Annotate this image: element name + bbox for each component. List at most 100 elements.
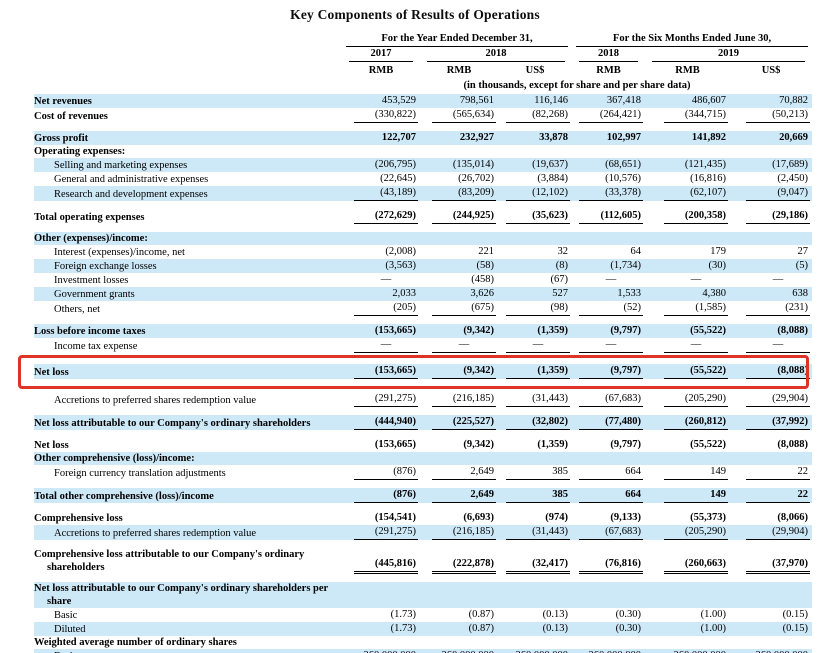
halfyear-2018-header: 2018 — [572, 47, 645, 62]
value-text: (1.73) — [390, 609, 416, 620]
row-net-loss-boxed: Net loss (153,665) (9,342) (1,359) (9,797) (5… — [34, 364, 813, 379]
table-row: Basic (1.73) (0.87) (0.13) (0.30) (1.00) (0.15… — [34, 608, 812, 622]
value-cell: (222,878) — [420, 548, 498, 574]
value-cell — [572, 636, 645, 649]
value-cell: (32,802) — [498, 415, 573, 430]
spacer-row — [34, 353, 813, 364]
row-label: Interest (expenses)/income, net — [54, 247, 185, 258]
value-text: 2,033 — [392, 288, 416, 299]
value-text: (31,443) — [506, 392, 571, 407]
table-row: Selling and marketing expenses (206,795) (… — [34, 158, 813, 172]
value-cell: (1,734) — [572, 259, 646, 273]
row-label: Selling and marketing expenses — [34, 158, 342, 172]
value-cell: (153,665) — [342, 364, 420, 379]
value-text: (264,421) — [579, 108, 644, 123]
value-text: 453,529 — [381, 95, 416, 106]
value-text: (8,066) — [777, 512, 809, 523]
value-text: 221 — [478, 246, 494, 257]
spacer-row — [34, 123, 813, 131]
value-cell — [498, 232, 573, 245]
value-cell: (264,421) — [572, 108, 645, 123]
value-text: (31,443) — [506, 525, 571, 540]
value-text: (231) — [746, 301, 811, 316]
value-text: (206,795) — [374, 159, 416, 170]
row-label: Total other comprehensive (loss)/income — [34, 488, 342, 503]
value-text: (29,186) — [746, 209, 811, 224]
value-cell: (22,645) — [342, 172, 420, 186]
value-cell: 33,878 — [498, 131, 573, 145]
value-text: (3,563) — [385, 260, 416, 271]
value-text: (67) — [550, 274, 569, 285]
spacer — [34, 353, 813, 364]
value-cell: 260,000,000 — [730, 649, 813, 653]
currency-row: RMB RMB US$ RMB RMB US$ — [34, 62, 812, 78]
value-cell: (31,443) — [498, 392, 572, 407]
value-cell — [645, 145, 730, 158]
table-row: Cost of revenues (330,822) (565,634) (82,26… — [34, 108, 812, 123]
spacer — [34, 201, 813, 209]
value-cell — [645, 582, 731, 608]
value-text: 527 — [552, 288, 569, 299]
spacer — [34, 480, 813, 488]
row-label: Research and development expenses — [34, 186, 342, 201]
value-text: (29,904) — [746, 392, 811, 407]
value-cell: (30) — [645, 259, 731, 273]
value-cell: 2,033 — [342, 287, 420, 301]
value-text: (62,107) — [664, 186, 729, 201]
value-cell: (76,816) — [572, 548, 645, 574]
value-cell: (153,665) — [342, 438, 420, 452]
value-text: (9,342) — [432, 364, 496, 379]
value-cell: (291,275) — [342, 392, 420, 407]
value-cell: 141,892 — [645, 131, 731, 145]
value-text: (2,450) — [777, 173, 809, 184]
value-text: (330,822) — [354, 108, 418, 123]
value-text: (12,102) — [506, 186, 571, 201]
table-row: Operating expenses: — [34, 145, 812, 158]
value-cell: (5) — [730, 259, 813, 273]
value-text: (1.73) — [390, 623, 416, 634]
value-cell — [342, 232, 420, 245]
value-cell: (55,522) — [645, 438, 730, 452]
value-text: (19,637) — [532, 159, 569, 170]
value-text: (29,904) — [746, 525, 811, 540]
table-row: Total other comprehensive (loss)/income (… — [34, 488, 813, 503]
value-cell: 260,000,000 — [572, 649, 646, 653]
value-text: (0.13) — [542, 623, 569, 634]
value-cell: (55,522) — [645, 324, 731, 338]
value-text: — — [506, 338, 571, 353]
value-text: (974) — [545, 512, 569, 523]
value-cell: (675) — [420, 301, 498, 316]
table-row: Foreign exchange losses (3,563) (58) (8) (1,… — [34, 259, 813, 273]
value-cell: 27 — [730, 245, 812, 259]
value-text: — — [746, 338, 811, 353]
value-cell: — — [572, 273, 645, 287]
value-text: (16,816) — [690, 173, 727, 184]
value-cell: (135,014) — [420, 158, 498, 172]
value-cell: 2,649 — [420, 465, 498, 480]
value-text: (216,185) — [432, 525, 496, 540]
table-row: Income tax expense — — — — — — — [34, 338, 812, 353]
value-cell — [498, 145, 572, 158]
value-text: (2,008) — [385, 246, 416, 257]
value-cell: (205) — [342, 301, 420, 316]
table-row: Others, net (205) (675) (98) (52) (1,585) (231… — [34, 301, 812, 316]
value-text: (8,088) — [746, 364, 811, 379]
value-cell: 221 — [420, 245, 498, 259]
value-text: 179 — [710, 246, 727, 257]
row-label: Comprehensive loss — [34, 513, 123, 524]
value-text: (9,342) — [463, 439, 494, 450]
value-cell: 179 — [645, 245, 730, 259]
value-cell: 22 — [730, 465, 812, 480]
table-row: Weighted average number of ordinary shar… — [34, 636, 812, 649]
value-cell: — — [342, 338, 420, 353]
value-cell: (0.13) — [498, 608, 572, 622]
value-text: — — [772, 274, 784, 285]
value-cell — [420, 145, 498, 158]
year-ended-group-label: For the Year Ended December 31, — [346, 32, 569, 47]
value-cell: — — [498, 338, 572, 353]
value-cell: (231) — [730, 301, 812, 316]
value-text: 1,533 — [617, 288, 642, 299]
value-text: (205,290) — [664, 525, 729, 540]
value-text: 116,146 — [534, 95, 569, 106]
row-label: Weighted average number of ordinary shar… — [34, 637, 237, 648]
